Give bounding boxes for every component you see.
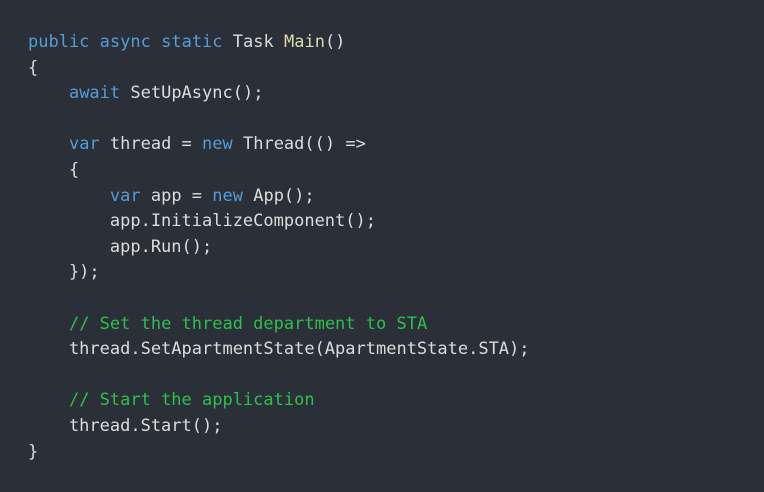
code-token-punc: {: [28, 159, 80, 180]
code-token-kw: await: [68, 83, 121, 104]
code-token-plain: app =: [140, 185, 213, 206]
code-line: app.Run();: [28, 235, 764, 261]
code-token-comment: // Start the application: [68, 390, 315, 411]
code-line: var thread = new Thread(() =>: [28, 132, 764, 158]
code-token-plain: thread.SetApartmentState(ApartmentState.…: [28, 339, 530, 360]
code-line: public async static Task Main(): [28, 30, 764, 56]
code-line: await SetUpAsync();: [28, 81, 764, 107]
code-line: }: [28, 440, 764, 466]
code-token-type: Task: [232, 32, 274, 52]
code-token-fn: Main: [283, 32, 325, 52]
code-line: app.InitializeComponent();: [28, 209, 764, 235]
code-token-plain: thread.Start();: [28, 415, 223, 436]
code-token-punc: }: [28, 441, 39, 462]
code-lines: public async static Task Main(){ await S…: [28, 30, 764, 465]
code-line: // Set the thread department to STA: [28, 312, 764, 338]
code-token-plain: thread =: [99, 134, 203, 155]
code-token-plain: app.InitializeComponent();: [28, 211, 376, 232]
code-line: var app = new App();: [28, 184, 764, 210]
code-token-kw: new: [202, 134, 233, 155]
code-token-punc: (): [324, 32, 346, 52]
code-token-plain: Thread(() =>: [232, 134, 366, 155]
code-token-kw: async: [99, 32, 151, 52]
code-line: // Start the application: [28, 388, 764, 414]
code-token-plain: App();: [242, 185, 315, 206]
code-token-kw: var: [109, 185, 141, 206]
code-token-comment: // Set the thread department to STA: [68, 313, 428, 334]
code-token-kw: static: [161, 32, 223, 52]
code-line: });: [28, 260, 764, 286]
code-token-kw: var: [68, 134, 100, 155]
code-token-plain: SetUpAsync();: [120, 83, 264, 104]
code-token-punc: {: [28, 57, 39, 78]
code-line: {: [28, 56, 764, 82]
code-line: {: [28, 158, 764, 184]
code-block: public async static Task Main(){ await S…: [0, 0, 764, 492]
code-token-punc: });: [28, 262, 100, 283]
code-token-kw: public: [28, 32, 90, 52]
code-token-plain: app.Run();: [28, 236, 213, 257]
code-token-kw: new: [212, 185, 243, 206]
code-line: thread.Start();: [28, 414, 764, 440]
code-line: thread.SetApartmentState(ApartmentState.…: [28, 337, 764, 363]
